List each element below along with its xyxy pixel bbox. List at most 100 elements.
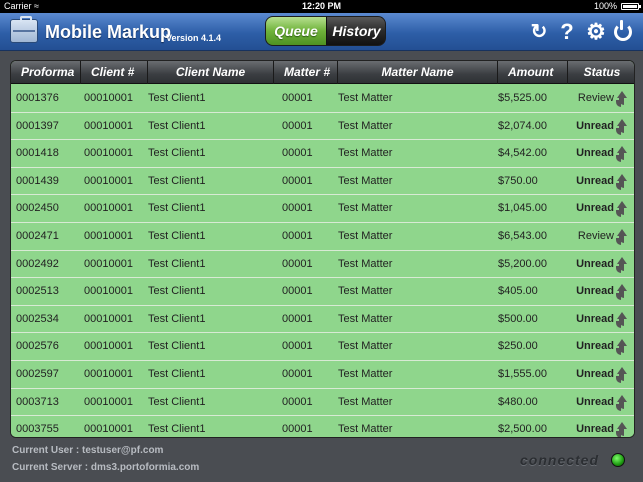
matter-number-cell: 00001 (282, 92, 313, 104)
column-header-client-number[interactable]: Client # (81, 61, 148, 84)
matter-number-cell: 00001 (282, 147, 313, 160)
table-row[interactable]: 0002513 00010001 Test Client1 00001 Test Mat… (11, 278, 634, 306)
proforma-cell: 0001439 (16, 174, 59, 187)
connection-status: connected (520, 452, 600, 468)
app-header: Mobile Markup Version 4.1.4 Queue Histor… (0, 13, 643, 51)
proforma-cell: 0001376 (16, 92, 59, 104)
matter-number-cell: 00001 (282, 395, 313, 408)
table-row[interactable]: 0003713 00010001 Test Client1 00001 Test Mat… (11, 388, 634, 417)
table-row[interactable]: 0002576 00010001 Test Client1 00001 Test Mat… (11, 333, 634, 361)
client-name-cell: Test Client1 (148, 257, 206, 270)
table-row[interactable]: 0002471 00010001 Test Client1 00001 Test Mat… (11, 222, 634, 251)
power-icon[interactable] (614, 20, 632, 41)
status-cell: Review (577, 92, 614, 104)
table-row[interactable]: 0002597 00010001 Test Client1 00001 Test Mat… (11, 360, 634, 389)
column-header-matter-name[interactable]: Matter Name (338, 61, 498, 84)
battery-percent: 100% (593, 1, 617, 11)
column-header-matter-number[interactable]: Matter # (274, 61, 338, 84)
client-number-cell: 00010001 (84, 229, 133, 242)
matter-number-cell: 00001 (282, 285, 313, 298)
table-row[interactable]: 0002450 00010001 Test Client1 00001 Test Mat… (11, 195, 634, 223)
settings-icon[interactable]: ⚙ (585, 21, 607, 43)
matter-name-cell: Test Matter (338, 423, 393, 436)
matter-name-cell: Test Matter (338, 340, 393, 353)
share-arrow-icon[interactable] (614, 366, 628, 382)
status-cell: Unread (576, 395, 614, 408)
status-cell: Unread (576, 367, 614, 380)
column-header-label: Proforma (21, 65, 75, 79)
matter-name-cell: Test Matter (338, 119, 393, 132)
share-arrow-icon[interactable] (614, 118, 628, 134)
client-number-cell: 00010001 (84, 340, 133, 353)
table-row[interactable]: 0003755 00010001 Test Client1 00001 Test Mat… (11, 416, 634, 437)
client-name-cell: Test Client1 (148, 202, 206, 215)
table-row[interactable]: 0001376 00010001 Test Client1 00001 Test Mat… (11, 85, 634, 113)
column-header-status[interactable]: Status (568, 61, 634, 84)
status-cell: Unread (576, 312, 614, 325)
client-name-cell: Test Client1 (148, 367, 206, 380)
column-header-amount[interactable]: Amount (498, 61, 568, 84)
battery-icon (621, 3, 639, 10)
matter-number-cell: 00001 (282, 312, 313, 325)
client-number-cell: 00010001 (84, 147, 133, 160)
share-arrow-icon[interactable] (614, 173, 628, 189)
status-cell: Unread (576, 257, 614, 270)
status-cell: Unread (576, 340, 614, 353)
share-arrow-icon[interactable] (614, 256, 628, 272)
table-header: Proforma Client # Client Name Matter # M… (11, 61, 634, 97)
client-number-cell: 00010001 (84, 312, 133, 325)
proforma-cell: 0001397 (16, 119, 59, 132)
client-number-cell: 00010001 (84, 92, 133, 104)
matter-number-cell: 00001 (282, 423, 313, 436)
share-arrow-icon[interactable] (614, 422, 628, 437)
amount-cell: $2,074.00 (498, 119, 547, 132)
share-arrow-icon[interactable] (614, 201, 628, 216)
client-number-cell: 00010001 (84, 257, 133, 270)
matter-name-cell: Test Matter (338, 147, 393, 160)
briefcase-icon (10, 16, 38, 43)
amount-cell: $1,045.00 (498, 202, 547, 215)
table-row[interactable]: 0001418 00010001 Test Client1 00001 Test Mat… (11, 140, 634, 168)
help-icon[interactable]: ? (556, 21, 578, 43)
matter-name-cell: Test Matter (338, 395, 393, 408)
client-number-cell: 00010001 (84, 119, 133, 132)
proforma-cell: 0002534 (16, 312, 59, 325)
client-name-cell: Test Client1 (148, 312, 206, 325)
proforma-table: Proforma Client # Client Name Matter # M… (10, 60, 635, 438)
client-name-cell: Test Client1 (148, 395, 206, 408)
table-row[interactable]: 0001439 00010001 Test Client1 00001 Test Mat… (11, 167, 634, 196)
table-row[interactable]: 0002534 00010001 Test Client1 00001 Test Mat… (11, 305, 634, 334)
share-arrow-icon[interactable] (614, 394, 628, 410)
matter-name-cell: Test Matter (338, 92, 393, 104)
app-version: Version 4.1.4 (166, 33, 222, 43)
column-header-client-name[interactable]: Client Name (148, 61, 274, 84)
client-name-cell: Test Client1 (148, 147, 206, 160)
proforma-cell: 0001418 (16, 147, 59, 160)
share-arrow-icon[interactable] (614, 339, 628, 354)
proforma-cell: 0002492 (16, 257, 59, 270)
status-cell: Unread (576, 285, 614, 298)
proforma-cell: 0002597 (16, 367, 59, 380)
amount-cell: $4,542.00 (498, 147, 547, 160)
share-arrow-icon[interactable] (614, 284, 628, 299)
client-number-cell: 00010001 (84, 367, 133, 380)
column-header-proforma[interactable]: Proforma (11, 61, 81, 97)
share-arrow-icon[interactable] (614, 228, 628, 244)
share-arrow-icon[interactable] (614, 146, 628, 161)
table-row[interactable]: 0002492 00010001 Test Client1 00001 Test Mat… (11, 250, 634, 279)
client-name-cell: Test Client1 (148, 340, 206, 353)
share-arrow-icon[interactable] (614, 311, 628, 327)
tab-history[interactable]: History (327, 17, 385, 45)
tab-queue[interactable]: Queue (266, 17, 327, 45)
matter-name-cell: Test Matter (338, 229, 393, 242)
table-row[interactable]: 0001397 00010001 Test Client1 00001 Test Mat… (11, 112, 634, 141)
matter-name-cell: Test Matter (338, 285, 393, 298)
amount-cell: $750.00 (498, 174, 538, 187)
share-arrow-icon[interactable] (614, 91, 628, 106)
amount-cell: $5,200.00 (498, 257, 547, 270)
client-number-cell: 00010001 (84, 423, 133, 436)
amount-cell: $2,500.00 (498, 423, 547, 436)
refresh-icon[interactable]: ↻ (528, 21, 550, 43)
matter-number-cell: 00001 (282, 202, 313, 215)
client-name-cell: Test Client1 (148, 92, 206, 104)
